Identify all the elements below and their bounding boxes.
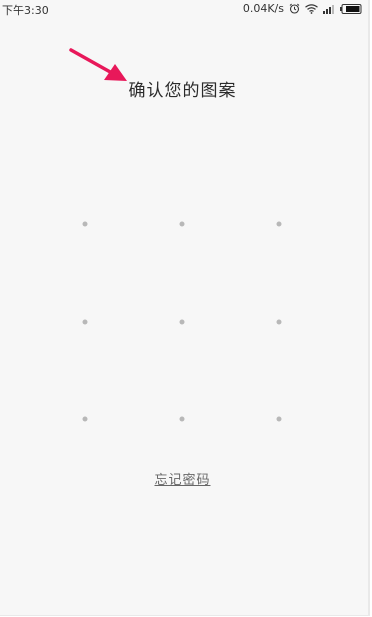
pattern-dot[interactable] bbox=[82, 319, 88, 325]
pattern-grid[interactable] bbox=[0, 0, 368, 615]
pattern-dot[interactable] bbox=[179, 416, 185, 422]
pattern-lock-screen: 下午3:30 0.04K/s 确认您的图案 忘记密码 bbox=[0, 0, 370, 616]
pattern-dot[interactable] bbox=[276, 319, 282, 325]
pattern-dot[interactable] bbox=[276, 221, 282, 227]
forgot-password-link[interactable]: 忘记密码 bbox=[0, 469, 365, 488]
pattern-dot[interactable] bbox=[179, 221, 185, 227]
pattern-dot[interactable] bbox=[82, 416, 88, 422]
pattern-dot[interactable] bbox=[82, 221, 88, 227]
pattern-dot[interactable] bbox=[179, 319, 185, 325]
pattern-dot[interactable] bbox=[276, 416, 282, 422]
